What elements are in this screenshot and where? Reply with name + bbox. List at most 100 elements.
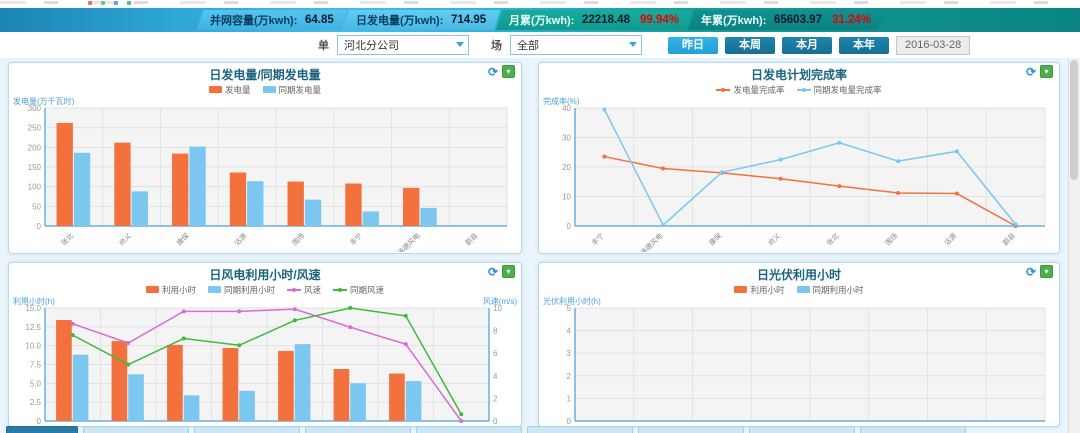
svg-text:尚义: 尚义 bbox=[117, 231, 133, 247]
export-excel-icon[interactable]: ▾ bbox=[502, 265, 515, 278]
legend-item[interactable]: 发电量完成率 bbox=[716, 84, 784, 96]
refresh-icon[interactable]: ⟳ bbox=[488, 66, 498, 78]
legend-swatch-icon bbox=[263, 86, 276, 93]
chart-plot: 012345光伏利用小时(h) bbox=[541, 296, 1057, 427]
svg-text:30: 30 bbox=[562, 134, 571, 143]
svg-text:丰宁: 丰宁 bbox=[590, 231, 606, 247]
stat-label: 日发电量(万kwh): bbox=[356, 12, 443, 28]
svg-text:沽源: 沽源 bbox=[232, 231, 248, 247]
svg-text:5.0: 5.0 bbox=[30, 379, 42, 388]
legend-label: 风速 bbox=[304, 284, 321, 296]
export-excel-icon[interactable]: ▾ bbox=[1040, 265, 1053, 278]
stat-percent: 99.94% bbox=[640, 14, 679, 26]
svg-text:丰宁: 丰宁 bbox=[348, 231, 364, 247]
stat-label: 并网容量(万kwh): bbox=[210, 12, 297, 28]
legend-item[interactable]: 同期风速 bbox=[333, 284, 384, 296]
panel-plan-completion: 日发电计划完成率⟳▾发电量完成率同期发电量完成率010203040完成率(%)丰… bbox=[538, 62, 1060, 254]
svg-text:100: 100 bbox=[28, 183, 42, 192]
legend-item[interactable]: 同期利用小时 bbox=[208, 284, 275, 296]
chart-legend: 利用小时 同期利用小时 bbox=[539, 283, 1059, 296]
svg-text:张北: 张北 bbox=[59, 231, 75, 247]
cutoff-table-cell bbox=[6, 426, 78, 433]
panel-daily-generation: 日发电量/同期发电量⟳▾发电量同期发电量050100150200250300发电… bbox=[8, 62, 522, 254]
legend-swatch-icon bbox=[209, 86, 222, 93]
svg-text:150: 150 bbox=[28, 163, 42, 172]
cutoff-table-header-row bbox=[0, 426, 1080, 433]
svg-text:0: 0 bbox=[37, 417, 42, 426]
legend-item[interactable]: 同期利用小时 bbox=[797, 284, 864, 296]
svg-text:1: 1 bbox=[567, 394, 572, 403]
legend-swatch-icon bbox=[734, 286, 747, 293]
legend-item[interactable]: 风速 bbox=[287, 284, 321, 296]
legend-item[interactable]: 同期发电量完成率 bbox=[797, 84, 882, 96]
legend-swatch-icon bbox=[208, 286, 221, 293]
chart-plot: 050100150200250300发电量(万千瓦时)张北尚义康保沽源围场丰宁承… bbox=[11, 96, 519, 252]
svg-text:50: 50 bbox=[32, 202, 41, 211]
legend-item[interactable]: 发电量 bbox=[209, 84, 251, 96]
export-excel-icon[interactable]: ▾ bbox=[1040, 65, 1053, 78]
svg-text:尚义: 尚义 bbox=[766, 231, 782, 247]
vertical-scrollbar[interactable] bbox=[1068, 58, 1080, 433]
svg-text:4: 4 bbox=[567, 327, 572, 336]
scrollbar-thumb[interactable] bbox=[1070, 60, 1078, 180]
unit-select[interactable]: 河北分公司 bbox=[337, 35, 469, 55]
chevron-down-icon bbox=[456, 42, 464, 47]
svg-text:0: 0 bbox=[37, 222, 42, 231]
svg-text:光伏利用小时(h): 光伏利用小时(h) bbox=[543, 296, 601, 306]
legend-item[interactable]: 利用小时 bbox=[734, 284, 784, 296]
refresh-icon[interactable]: ⟳ bbox=[1026, 66, 1036, 78]
speck-red bbox=[88, 1, 92, 5]
range-button-week[interactable]: 本周 bbox=[725, 37, 775, 54]
svg-text:0: 0 bbox=[567, 417, 572, 426]
stat-year-total: 年累(万kwh): 65603.97 31.24% bbox=[688, 10, 885, 30]
svg-text:2: 2 bbox=[493, 394, 498, 403]
range-button-month[interactable]: 本月 bbox=[782, 37, 832, 54]
svg-text:利用小时(h): 利用小时(h) bbox=[13, 296, 55, 306]
svg-text:10.0: 10.0 bbox=[25, 342, 41, 351]
svg-text:蔚县: 蔚县 bbox=[463, 231, 479, 247]
stat-value: 714.95 bbox=[452, 14, 487, 26]
svg-text:承德风电: 承德风电 bbox=[638, 231, 664, 252]
refresh-icon[interactable]: ⟳ bbox=[1026, 266, 1036, 278]
export-excel-icon[interactable]: ▾ bbox=[502, 65, 515, 78]
range-button-year[interactable]: 本年 bbox=[839, 37, 889, 54]
charts-area: 日发电量/同期发电量⟳▾发电量同期发电量050100150200250300发电… bbox=[0, 58, 1080, 433]
station-select[interactable]: 全部 bbox=[510, 35, 642, 55]
unit-select-value: 河北分公司 bbox=[344, 37, 399, 53]
cutoff-table-cell bbox=[305, 426, 411, 433]
filter-bar: 单 河北分公司 场 全部 昨日 本周 本月 本年 2016-03-28 bbox=[0, 32, 1080, 59]
speck-teal bbox=[127, 1, 131, 5]
legend-item[interactable]: 同期发电量 bbox=[263, 84, 322, 96]
legend-label: 发电量 bbox=[225, 84, 251, 96]
range-button-yesterday[interactable]: 昨日 bbox=[668, 37, 718, 54]
stat-label: 月累(万kwh): bbox=[509, 12, 574, 28]
refresh-icon[interactable]: ⟳ bbox=[488, 266, 498, 278]
cutoff-text-fragments bbox=[0, 1, 1080, 4]
station-label: 场 bbox=[491, 37, 502, 53]
svg-text:0: 0 bbox=[493, 417, 498, 426]
date-field[interactable]: 2016-03-28 bbox=[896, 36, 970, 55]
cutoff-table-cell bbox=[860, 426, 966, 433]
chart-title: 日发电计划完成率 bbox=[751, 68, 847, 82]
legend-swatch-icon bbox=[797, 286, 810, 293]
legend-swatch-icon bbox=[146, 286, 159, 293]
svg-text:风速(m/s): 风速(m/s) bbox=[483, 297, 518, 306]
svg-text:10: 10 bbox=[562, 193, 571, 202]
legend-line-icon bbox=[333, 286, 347, 293]
svg-text:围场: 围场 bbox=[290, 231, 306, 247]
legend-label: 利用小时 bbox=[162, 284, 196, 296]
cutoff-table-cell bbox=[638, 426, 744, 433]
svg-text:承德风电: 承德风电 bbox=[396, 231, 422, 252]
legend-label: 利用小时 bbox=[750, 284, 784, 296]
legend-label: 同期风速 bbox=[350, 284, 384, 296]
svg-text:20: 20 bbox=[562, 163, 571, 172]
chart-title: 日风电利用小时/风速 bbox=[209, 268, 320, 282]
stat-month-total: 月累(万kwh): 22218.48 99.94% bbox=[496, 10, 693, 30]
unit-label: 单 bbox=[318, 37, 329, 53]
svg-text:250: 250 bbox=[28, 124, 42, 133]
chart-plot: 010203040完成率(%)丰宁承德风电康保尚义张北围场沽源蔚县 bbox=[541, 96, 1057, 252]
cutoff-table-cell bbox=[416, 426, 522, 433]
dashboard-root: { "stat_bar": { "items": [ {"label": "并网… bbox=[0, 0, 1080, 433]
cutoff-table-cell bbox=[749, 426, 855, 433]
legend-item[interactable]: 利用小时 bbox=[146, 284, 196, 296]
